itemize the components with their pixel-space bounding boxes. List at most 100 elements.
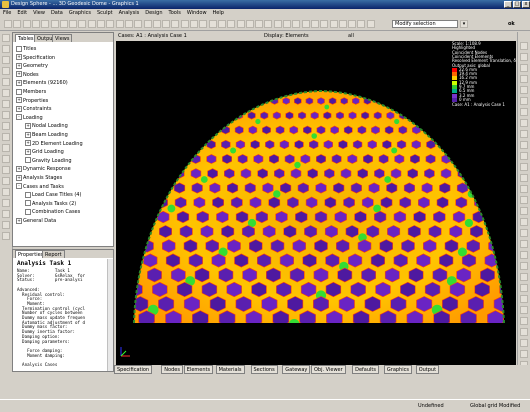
toolbar-tool-icon[interactable] xyxy=(348,20,357,28)
expand-toggle-icon[interactable]: - xyxy=(16,183,22,190)
toolbar-tool-icon[interactable] xyxy=(124,20,133,28)
expand-toggle-icon[interactable]: - xyxy=(16,114,22,121)
toolbar-tool-icon[interactable] xyxy=(329,20,338,28)
right-tool-icon[interactable] xyxy=(520,284,528,292)
left-tool-icon[interactable] xyxy=(2,199,10,207)
bottom-tab[interactable]: Nodes xyxy=(161,365,183,374)
expand-toggle-icon[interactable]: + xyxy=(16,54,22,61)
toolbar-tool-icon[interactable] xyxy=(143,20,152,28)
menu-design[interactable]: Design xyxy=(142,9,165,17)
right-tool-icon[interactable] xyxy=(520,196,528,204)
left-tool-icon[interactable] xyxy=(2,177,10,185)
toolbar-tool-icon[interactable] xyxy=(78,20,87,28)
expand-toggle-icon[interactable]: + xyxy=(16,217,22,224)
right-tool-icon[interactable] xyxy=(520,130,528,138)
right-tool-icon[interactable] xyxy=(520,53,528,61)
dropdown-arrow-icon[interactable]: ▾ xyxy=(460,20,468,28)
toolbar-tool-icon[interactable] xyxy=(190,20,198,28)
expand-toggle-icon[interactable]: + xyxy=(16,71,22,78)
display-filter[interactable]: all xyxy=(348,32,354,41)
ok-button[interactable]: ok xyxy=(508,20,524,28)
expand-toggle-icon[interactable]: + xyxy=(16,165,22,172)
bottom-tab[interactable]: Output xyxy=(415,365,440,374)
menu-edit[interactable]: Edit xyxy=(14,9,30,17)
toolbar-tool-icon[interactable] xyxy=(236,20,245,28)
right-tool-icon[interactable] xyxy=(520,317,528,325)
tree-node[interactable]: + Nodal Loading xyxy=(25,122,68,130)
right-tool-icon[interactable] xyxy=(520,240,528,248)
toolbar-tool-icon[interactable] xyxy=(31,20,40,28)
tree-node[interactable]: + Elements (92160) xyxy=(16,79,68,87)
right-tool-icon[interactable] xyxy=(520,350,528,358)
right-tool-icon[interactable] xyxy=(520,119,528,127)
expand-toggle-icon[interactable] xyxy=(16,88,22,95)
cases-label[interactable]: Cases: A1 : Analysis Case 1 xyxy=(118,32,187,41)
tree-node[interactable]: - Cases and Tasks xyxy=(16,183,64,191)
menu-graphics[interactable]: Graphics xyxy=(66,9,94,17)
left-tool-icon[interactable] xyxy=(2,78,10,86)
left-tool-icon[interactable] xyxy=(2,155,10,163)
menu-help[interactable]: Help xyxy=(210,9,227,17)
tree-node[interactable]: Load Case Titles (4) xyxy=(25,191,81,199)
right-tool-icon[interactable] xyxy=(520,108,528,116)
toolbar-tool-icon[interactable] xyxy=(180,20,189,28)
maximize-button[interactable]: □ xyxy=(513,1,521,8)
left-tool-icon[interactable] xyxy=(2,166,10,174)
left-tool-icon[interactable] xyxy=(2,34,10,42)
toolbar-tool-icon[interactable] xyxy=(310,20,319,28)
selection-mode-select[interactable]: Modify selection xyxy=(392,20,458,28)
toolbar-tool-icon[interactable] xyxy=(115,20,124,28)
left-tool-icon[interactable] xyxy=(2,67,10,75)
expand-toggle-icon[interactable] xyxy=(16,45,22,52)
expand-toggle-icon[interactable]: + xyxy=(25,148,31,155)
toolbar-tool-icon[interactable] xyxy=(59,20,68,28)
expand-toggle-icon[interactable]: + xyxy=(16,174,22,181)
toolbar-tool-icon[interactable] xyxy=(338,20,347,28)
toolbar-tool-icon[interactable] xyxy=(22,20,31,28)
left-tool-icon[interactable] xyxy=(2,133,10,141)
expand-toggle-icon[interactable]: + xyxy=(16,105,22,112)
bottom-tab[interactable]: Specification xyxy=(114,365,153,374)
expand-toggle-icon[interactable]: + xyxy=(16,79,22,86)
tree-node[interactable]: +2D Element Loading xyxy=(25,140,83,148)
left-tool-icon[interactable] xyxy=(2,111,10,119)
tree-node[interactable]: + Nodes xyxy=(16,71,39,79)
toolbar-tool-icon[interactable] xyxy=(152,20,161,28)
right-tool-icon[interactable] xyxy=(520,86,528,94)
left-tool-icon[interactable] xyxy=(2,144,10,152)
expand-toggle-icon[interactable] xyxy=(25,191,31,198)
toolbar-tool-icon[interactable] xyxy=(4,20,12,28)
toolbar-tool-icon[interactable] xyxy=(208,20,217,28)
right-tool-icon[interactable] xyxy=(520,229,528,237)
tree-node[interactable]: Combination Cases xyxy=(25,208,80,216)
left-tool-icon[interactable] xyxy=(2,188,10,196)
toolbar-tool-icon[interactable] xyxy=(199,20,208,28)
toolbar-tool-icon[interactable] xyxy=(264,20,273,28)
bottom-tab[interactable]: Graphics xyxy=(383,365,412,374)
right-tool-icon[interactable] xyxy=(520,262,528,270)
right-tool-icon[interactable] xyxy=(520,295,528,303)
tree-node[interactable]: + Beam Loading xyxy=(25,131,68,139)
toolbar-tool-icon[interactable] xyxy=(301,20,310,28)
tree-node[interactable]: + Geometry xyxy=(16,62,48,70)
bottom-tab[interactable]: Materials xyxy=(215,365,245,374)
expand-toggle-icon[interactable]: + xyxy=(25,131,31,138)
tab-report[interactable]: Report xyxy=(42,250,65,258)
toolbar-tool-icon[interactable] xyxy=(87,20,96,28)
toolbar-tool-icon[interactable] xyxy=(50,20,59,28)
bottom-tab[interactable]: Sections xyxy=(250,365,278,374)
expand-toggle-icon[interactable] xyxy=(25,157,31,164)
right-tool-icon[interactable] xyxy=(520,339,528,347)
right-tool-icon[interactable] xyxy=(520,64,528,72)
right-tool-icon[interactable] xyxy=(520,328,528,336)
right-tool-icon[interactable] xyxy=(520,218,528,226)
left-tool-icon[interactable] xyxy=(2,232,10,240)
right-tool-icon[interactable] xyxy=(520,174,528,182)
menu-data[interactable]: Data xyxy=(48,9,66,17)
menu-tools[interactable]: Tools xyxy=(165,9,183,17)
right-tool-icon[interactable] xyxy=(520,207,528,215)
right-tool-icon[interactable] xyxy=(520,185,528,193)
expand-toggle-icon[interactable] xyxy=(25,208,31,215)
expand-toggle-icon[interactable]: + xyxy=(25,140,31,147)
tree-node[interactable]: + Grid Loading xyxy=(25,148,64,156)
